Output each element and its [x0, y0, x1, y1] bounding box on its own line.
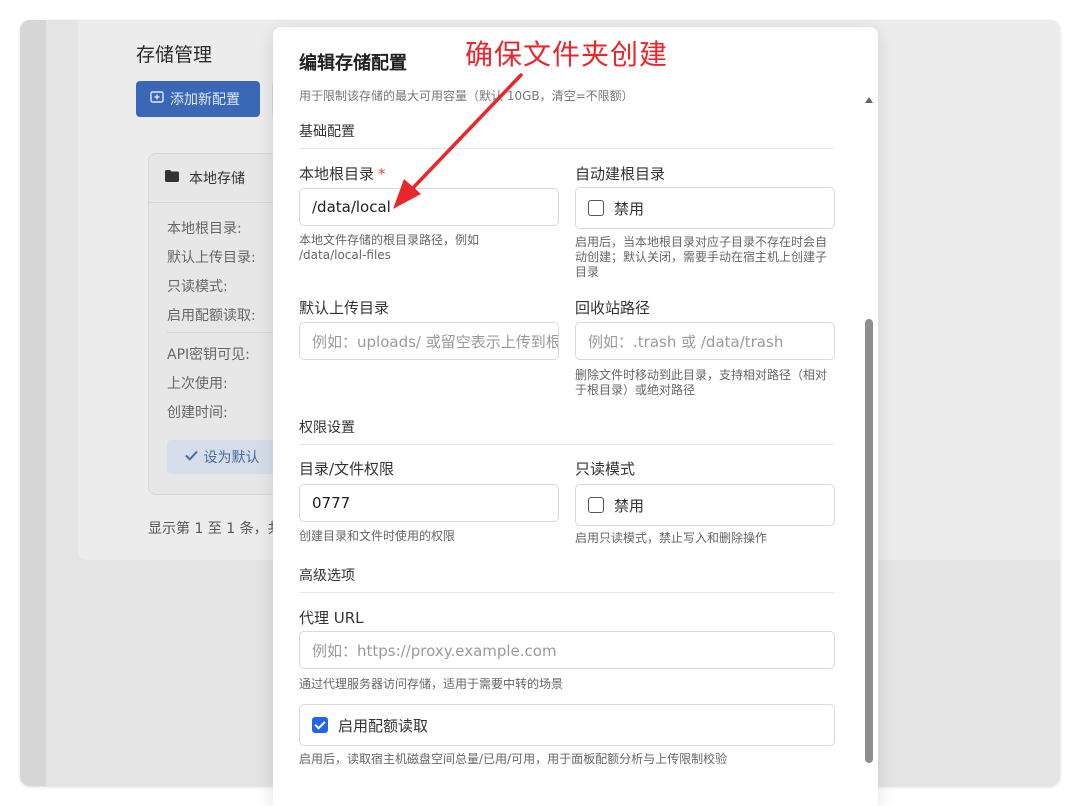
recycle-path-help: 删除文件时移动到此目录，支持相对路径（相对于根目录）或绝对路径 — [575, 368, 828, 397]
checkbox-icon — [588, 200, 604, 216]
dir-permission-label: 目录/文件权限 — [299, 460, 395, 478]
readonly-checkbox-label: 禁用 — [614, 496, 645, 515]
add-config-button[interactable]: 添加新配置 — [136, 81, 260, 117]
recycle-path-input[interactable]: 例如：.trash 或 /data/trash — [575, 322, 835, 360]
card-row: API密钥可见: — [167, 347, 250, 363]
card-row: 本地根目录: — [167, 221, 242, 237]
readonly-help: 启用只读模式，禁止写入和删除操作 — [575, 531, 768, 545]
local-root-input[interactable]: /data/local — [299, 188, 559, 226]
card-row: 只读模式: — [167, 279, 228, 295]
annotation-text: 确保文件夹创建 — [465, 38, 669, 71]
local-root-label: 本地根目录 * — [299, 165, 386, 183]
add-box-icon — [150, 90, 164, 108]
sidebar-edge — [20, 20, 47, 786]
check-icon — [184, 449, 198, 465]
auto-create-checkbox-label: 禁用 — [614, 199, 645, 218]
dir-permission-help: 创建目录和文件时使用的权限 — [299, 529, 456, 543]
card-row: 上次使用: — [167, 376, 228, 392]
section-permissions: 权限设置 — [299, 420, 355, 436]
card-row: 启用配额读取: — [167, 308, 256, 324]
page-title: 存储管理 — [136, 44, 213, 66]
add-config-label: 添加新配置 — [170, 92, 240, 108]
section-divider — [299, 148, 834, 149]
quota-read-checkbox[interactable]: 启用配额读取 — [299, 704, 835, 746]
required-mark: * — [378, 165, 386, 183]
checkbox-icon — [588, 497, 604, 513]
auto-create-help: 启用后，当本地根目录对应子目录不存在时会自动创建；默认关闭，需要手动在宿主机上创… — [575, 235, 828, 279]
card-row: 默认上传目录: — [167, 250, 256, 266]
default-upload-label: 默认上传目录 — [299, 299, 390, 317]
default-upload-input[interactable]: 例如：uploads/ 或留空表示上传到根 — [299, 322, 559, 360]
modal-body[interactable]: 用于限制该存储的最大可用容量（默认 10GB，清空=不限额） 基础配置 本地根目… — [273, 87, 878, 806]
quota-read-help: 启用后，读取宿主机磁盘空间总量/已用/可用，用于面板配额分析与上传限制校验 — [299, 752, 728, 766]
proxy-url-input[interactable]: 例如：https://proxy.example.com — [299, 631, 835, 669]
edit-storage-modal: 编辑存储配置 确保文件夹创建 用于限制该存储的最大可用容量（默认 10GB，清空… — [273, 27, 878, 806]
scrollbar-thumb[interactable] — [865, 319, 873, 763]
set-default-label: 设为默认 — [203, 450, 260, 466]
section-basic: 基础配置 — [299, 124, 355, 140]
scroll-up-arrow-icon[interactable] — [865, 97, 873, 103]
auto-create-checkbox[interactable]: 禁用 — [575, 187, 835, 229]
checkbox-checked-icon — [312, 717, 328, 733]
folder-icon — [165, 170, 179, 186]
section-advanced: 高级选项 — [299, 568, 355, 584]
dir-permission-input[interactable]: 0777 — [299, 484, 559, 522]
cutoff-help-text: 用于限制该存储的最大可用容量（默认 10GB，清空=不限额） — [299, 89, 634, 103]
proxy-url-label: 代理 URL — [299, 609, 364, 627]
quota-read-checkbox-label: 启用配额读取 — [338, 716, 429, 735]
card-title: 本地存储 — [189, 171, 245, 187]
local-root-help: 本地文件存储的根目录路径，例如 /data/local-files — [299, 233, 480, 262]
modal-title: 编辑存储配置 — [299, 53, 407, 74]
section-divider — [299, 444, 834, 445]
section-divider — [299, 592, 834, 593]
set-default-button[interactable]: 设为默认 — [167, 440, 277, 474]
readonly-label: 只读模式 — [575, 460, 636, 478]
recycle-path-label: 回收站路径 — [575, 299, 651, 317]
proxy-url-help: 通过代理服务器访问存储，适用于需要中转的场景 — [299, 677, 564, 691]
auto-create-label: 自动建根目录 — [575, 165, 666, 183]
card-row: 创建时间: — [167, 405, 228, 421]
readonly-checkbox[interactable]: 禁用 — [575, 484, 835, 526]
